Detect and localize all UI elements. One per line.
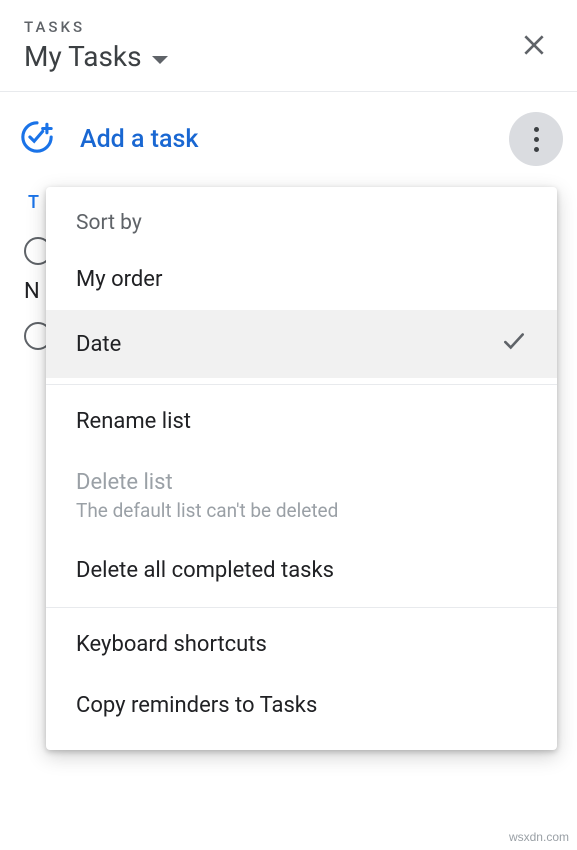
menu-item-sublabel: The default list can't be deleted [76, 499, 338, 522]
menu-item-delete-list: Delete list The default list can't be de… [46, 452, 557, 540]
menu-item-my-order[interactable]: My order [46, 249, 557, 310]
menu-item-copy-reminders[interactable]: Copy reminders to Tasks [46, 675, 557, 736]
more-vertical-icon [534, 127, 539, 152]
menu-item-delete-completed[interactable]: Delete all completed tasks [46, 540, 557, 601]
add-task-button[interactable]: Add a task [20, 120, 198, 158]
close-icon [521, 32, 547, 58]
add-task-label: Add a task [80, 125, 198, 154]
menu-item-label: Delete list [76, 470, 338, 495]
watermark: wsxdn.com [509, 830, 569, 844]
menu-item-label: Copy reminders to Tasks [76, 693, 317, 718]
more-options-button[interactable] [509, 112, 563, 166]
menu-item-date[interactable]: Date [46, 310, 557, 378]
tasks-label: TASKS [24, 18, 168, 36]
menu-separator [46, 607, 557, 608]
list-name: My Tasks [24, 40, 142, 73]
panel-header: TASKS My Tasks [0, 0, 577, 92]
menu-section-sort: Sort by [46, 205, 557, 249]
menu-item-label: My order [76, 267, 162, 292]
menu-item-label: Delete all completed tasks [76, 558, 334, 583]
options-menu: Sort by My order Date Rename list Delete… [46, 187, 557, 750]
add-task-icon [20, 120, 54, 158]
list-selector[interactable]: My Tasks [24, 40, 168, 73]
chevron-down-icon [152, 56, 168, 64]
menu-item-keyboard-shortcuts[interactable]: Keyboard shortcuts [46, 614, 557, 675]
menu-separator [46, 384, 557, 385]
menu-item-rename-list[interactable]: Rename list [46, 391, 557, 452]
menu-item-label: Date [76, 332, 121, 357]
menu-item-label: Rename list [76, 409, 191, 434]
close-button[interactable] [515, 26, 553, 68]
check-icon [501, 328, 527, 360]
menu-item-label: Keyboard shortcuts [76, 632, 267, 657]
toolbar: Add a task [0, 92, 577, 186]
